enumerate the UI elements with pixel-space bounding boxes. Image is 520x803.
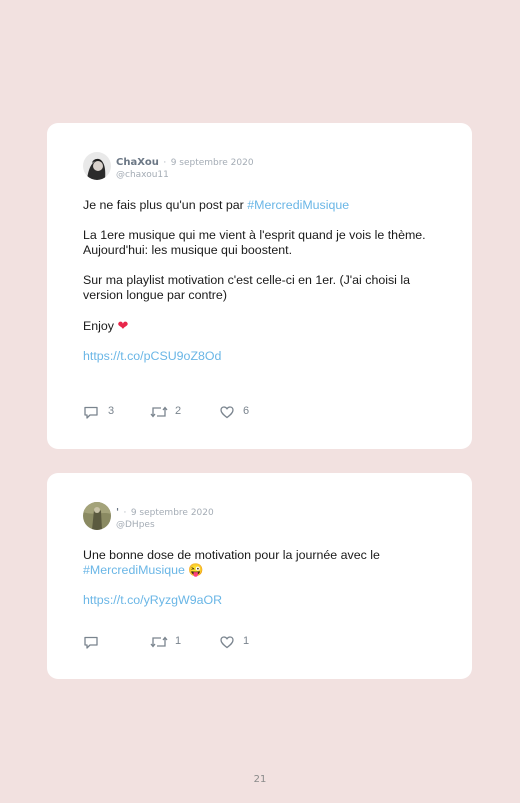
tweet-text: Je ne fais plus qu'un post par #Mercredi… bbox=[83, 198, 453, 364]
avatar[interactable] bbox=[83, 502, 111, 530]
tweet-paragraph: La 1ere musique qui me vient à l'esprit … bbox=[83, 228, 453, 258]
tweet-paragraph: Une bonne dose de motivation pour la jou… bbox=[83, 548, 453, 578]
reply-icon bbox=[84, 406, 98, 419]
tweet-paragraph: Je ne fais plus qu'un post par #Mercredi… bbox=[83, 198, 453, 213]
like-count: 6 bbox=[243, 405, 250, 417]
hashtag-link[interactable]: #MercrediMusique bbox=[83, 563, 185, 577]
like-count: 1 bbox=[243, 635, 250, 647]
retweet-icon bbox=[150, 406, 168, 418]
tweet-date[interactable]: 9 septembre 2020 bbox=[171, 158, 254, 168]
separator: · bbox=[163, 158, 167, 168]
text-segment: Je ne fais plus qu'un post par bbox=[83, 198, 248, 212]
like-button[interactable]: 1 bbox=[219, 634, 259, 650]
author-info: ChaXou · 9 septembre 2020 @chaxou11 bbox=[116, 152, 254, 180]
reply-button[interactable]: 3 bbox=[83, 404, 123, 420]
retweet-icon bbox=[150, 636, 168, 648]
author-info: ' · 9 septembre 2020 @DHpes bbox=[116, 502, 214, 530]
author-name[interactable]: ' bbox=[116, 507, 119, 518]
text-segment: Enjoy bbox=[83, 319, 118, 333]
heart-emoji-icon: ❤ bbox=[117, 318, 129, 333]
tweet-text: Une bonne dose de motivation pour la jou… bbox=[83, 548, 453, 608]
separator: · bbox=[123, 508, 127, 518]
retweet-button[interactable]: 1 bbox=[150, 634, 190, 650]
tweet-link[interactable]: https://t.co/yRyzgW9aOR bbox=[83, 593, 222, 607]
hashtag-link[interactable]: #MercrediMusique bbox=[247, 198, 349, 212]
tweet-date[interactable]: 9 septembre 2020 bbox=[131, 508, 214, 518]
author-handle[interactable]: @chaxou11 bbox=[116, 170, 254, 180]
like-button[interactable]: 6 bbox=[219, 404, 259, 420]
like-icon bbox=[220, 636, 234, 649]
tweet-card: ChaXou · 9 septembre 2020 @chaxou11 Je n… bbox=[47, 123, 472, 449]
reply-button[interactable] bbox=[83, 634, 123, 650]
page-number: 21 bbox=[253, 774, 267, 785]
reply-icon bbox=[84, 636, 98, 649]
text-line: La 1ere musique qui me vient à l'esprit … bbox=[83, 228, 426, 242]
reply-count: 3 bbox=[108, 405, 115, 417]
author-handle[interactable]: @DHpes bbox=[116, 520, 214, 530]
winking-tongue-emoji-icon: 😜 bbox=[188, 563, 204, 577]
tweet-paragraph: Sur ma playlist motivation c'est celle-c… bbox=[83, 273, 411, 302]
tweet-link[interactable]: https://t.co/pCSU9oZ8Od bbox=[83, 349, 221, 363]
retweet-count: 2 bbox=[175, 405, 182, 417]
tweet-card: ' · 9 septembre 2020 @DHpes Une bonne do… bbox=[47, 473, 472, 679]
author-name[interactable]: ChaXou bbox=[116, 157, 159, 168]
tweet-paragraph: https://t.co/pCSU9oZ8Od bbox=[83, 349, 453, 364]
text-segment: Une bonne dose de motivation pour la jou… bbox=[83, 548, 380, 562]
retweet-count: 1 bbox=[175, 635, 182, 647]
retweet-button[interactable]: 2 bbox=[150, 404, 190, 420]
tweet-paragraph: https://t.co/yRyzgW9aOR bbox=[83, 593, 453, 608]
tweet-paragraph: Enjoy ❤ bbox=[83, 318, 453, 334]
text-line: Aujourd'hui: les musique qui boostent. bbox=[83, 243, 293, 257]
avatar[interactable] bbox=[83, 152, 111, 180]
like-icon bbox=[220, 406, 234, 419]
